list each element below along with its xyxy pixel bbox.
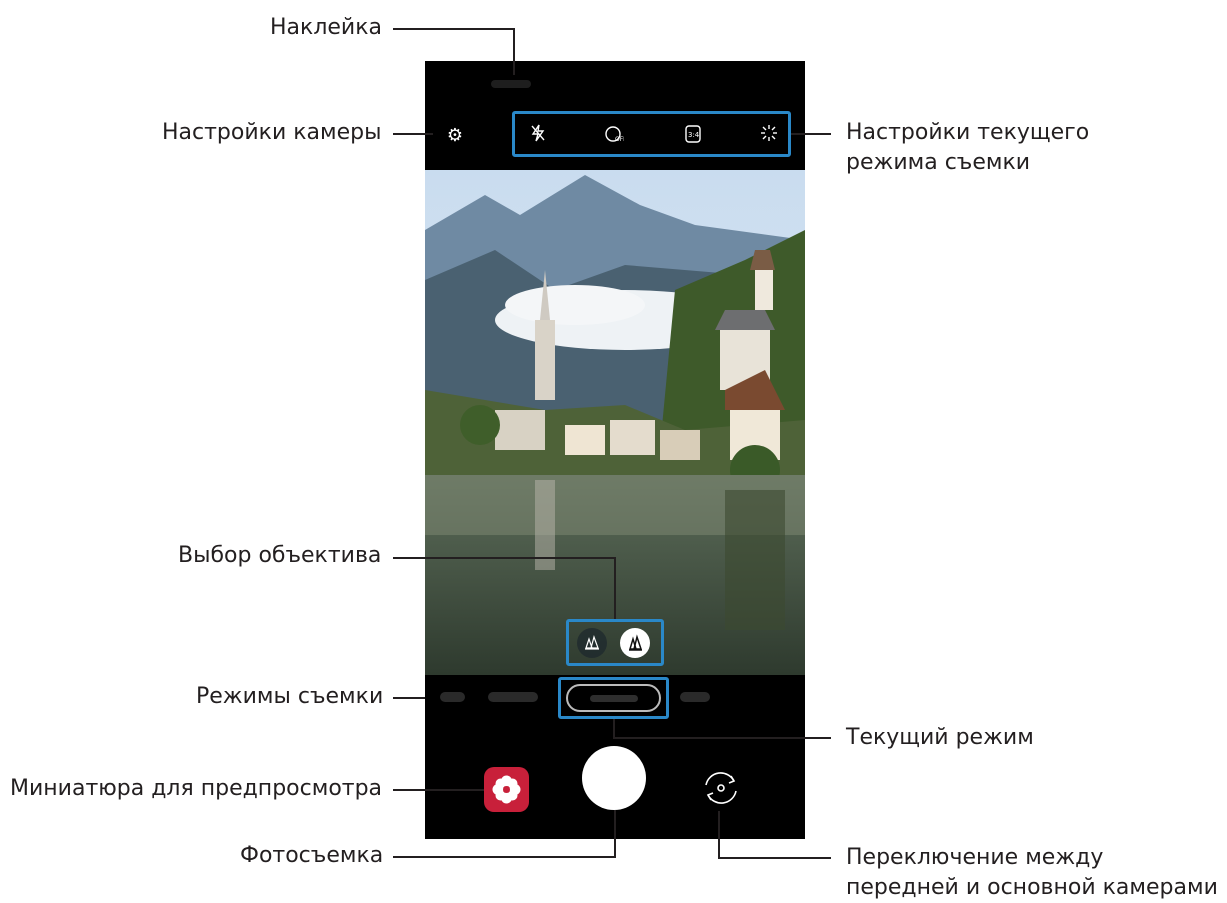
switch-camera-icon[interactable] bbox=[698, 765, 744, 811]
callout-line bbox=[718, 857, 831, 859]
callout-line bbox=[613, 737, 831, 739]
shutter-button[interactable] bbox=[582, 746, 646, 810]
svg-text:OFF: OFF bbox=[615, 136, 624, 143]
mode-settings-highlight bbox=[512, 111, 791, 157]
label-lens-select: Выбор объектива bbox=[178, 543, 382, 568]
sticker-placeholder[interactable] bbox=[491, 80, 531, 88]
mode-item[interactable] bbox=[440, 692, 465, 702]
mode-item[interactable] bbox=[680, 692, 710, 702]
callout-line bbox=[393, 789, 484, 791]
gear-icon[interactable]: ⚙ bbox=[443, 126, 467, 146]
sparkle-icon[interactable] bbox=[757, 124, 781, 147]
callout-line bbox=[791, 133, 831, 135]
mode-item[interactable] bbox=[488, 692, 538, 702]
callout-line bbox=[393, 28, 515, 30]
callout-line bbox=[393, 697, 425, 699]
label-shooting-modes: Режимы съемки bbox=[196, 684, 384, 709]
timer-off-icon[interactable]: OFF bbox=[602, 124, 627, 149]
svg-text:3:4: 3:4 bbox=[688, 131, 700, 139]
label-camera-settings: Настройки камеры bbox=[162, 120, 382, 145]
current-mode-pill[interactable] bbox=[566, 684, 661, 712]
label-mode-settings: Настройки текущего режима съемки bbox=[846, 120, 1090, 175]
callout-line bbox=[393, 557, 616, 559]
ultra-wide-lens-icon[interactable] bbox=[577, 628, 607, 658]
flash-off-icon[interactable] bbox=[526, 124, 550, 147]
callout-line bbox=[393, 856, 616, 858]
aspect-ratio-icon[interactable]: 3:4 bbox=[681, 124, 705, 149]
gallery-flower-icon[interactable] bbox=[484, 767, 529, 812]
callout-line bbox=[513, 28, 515, 75]
callout-line bbox=[718, 811, 720, 859]
callout-line bbox=[613, 719, 615, 739]
label-preview-thumbnail: Миниатюра для предпросмотра bbox=[10, 776, 383, 801]
label-sticker: Наклейка bbox=[270, 15, 382, 40]
callout-line bbox=[393, 133, 433, 135]
callout-line bbox=[614, 557, 616, 619]
label-current-mode: Текущий режим bbox=[846, 725, 1034, 750]
label-take-photo: Фотосъемка bbox=[240, 843, 384, 868]
label-switch-camera: Переключение между передней и основной к… bbox=[846, 845, 1218, 900]
callout-line bbox=[614, 810, 616, 857]
main-lens-icon[interactable] bbox=[620, 628, 650, 658]
